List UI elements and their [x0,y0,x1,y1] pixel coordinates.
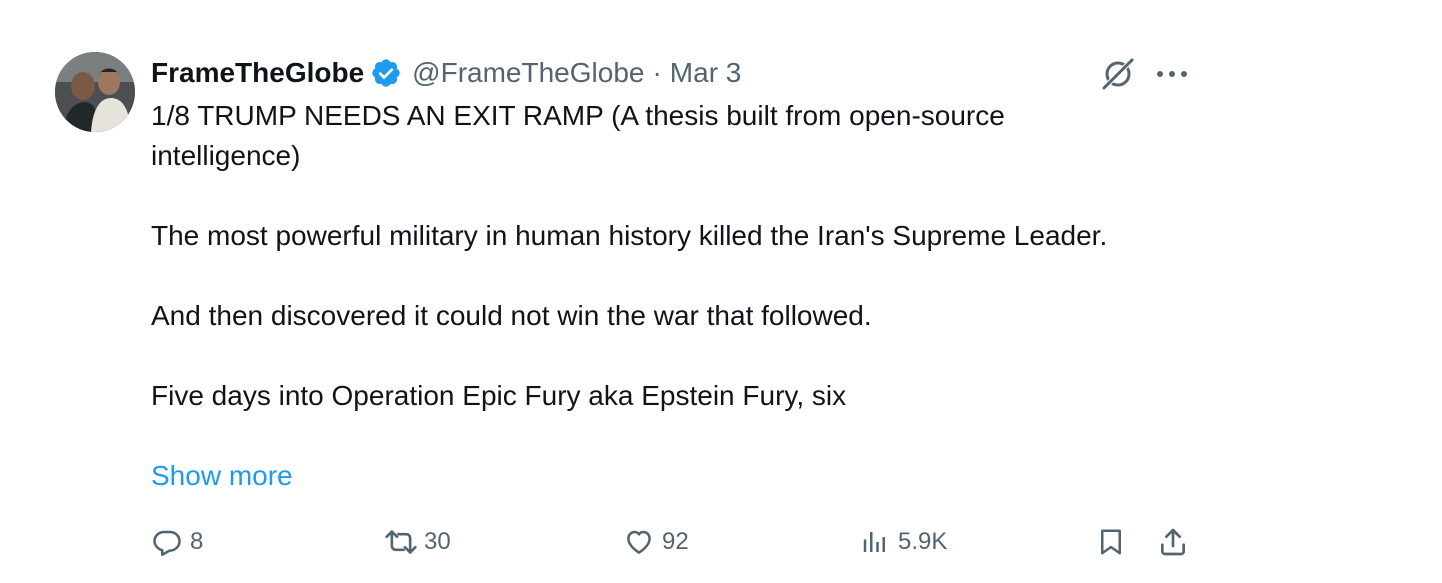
grok-button[interactable] [1098,54,1138,94]
retweet-icon [384,525,418,559]
tweet-date[interactable]: Mar 3 [670,57,742,89]
tweet[interactable]: FrameTheGlobe @FrameTheGlobe · Mar 3 1/8… [0,0,1442,583]
views-button[interactable]: 5.9K [858,520,947,564]
bookmark-button[interactable] [1094,520,1128,564]
more-options-button[interactable] [1150,54,1194,94]
retweet-button[interactable]: 30 [384,520,451,564]
verified-badge-icon[interactable] [370,57,402,89]
tweet-paragraph: And then discovered it could not win the… [151,300,872,331]
show-more-link[interactable]: Show more [151,456,293,496]
author-handle[interactable]: @FrameTheGlobe [412,57,644,89]
share-button[interactable] [1156,520,1190,564]
avatar-image [55,52,135,132]
more-dots-icon [1157,71,1187,77]
action-bar: 8 30 92 5.9K [0,520,1442,564]
author-display-name[interactable]: FrameTheGlobe [151,57,364,89]
tweet-text: 1/8 TRUMP NEEDS AN EXIT RAMP (A thesis b… [151,96,1131,416]
views-chart-icon [858,525,892,559]
separator-dot: · [652,57,662,88]
avatar[interactable] [55,52,135,132]
bookmark-icon [1094,525,1128,559]
grok-icon [1101,57,1135,91]
tweet-paragraph: Five days into Operation Epic Fury aka E… [151,380,847,411]
like-count: 92 [662,528,689,555]
tweet-paragraph: The most powerful military in human hist… [151,220,1108,251]
share-icon [1156,525,1190,559]
retweet-count: 30 [424,528,451,555]
like-button[interactable]: 92 [622,520,689,564]
reply-icon [150,525,184,559]
views-count: 5.9K [898,528,948,555]
heart-icon [622,525,656,559]
reply-button[interactable]: 8 [150,520,203,564]
tweet-paragraph: 1/8 TRUMP NEEDS AN EXIT RAMP (A thesis b… [151,100,1005,171]
reply-count: 8 [190,528,204,555]
tweet-header: FrameTheGlobe @FrameTheGlobe · Mar 3 [151,54,741,92]
